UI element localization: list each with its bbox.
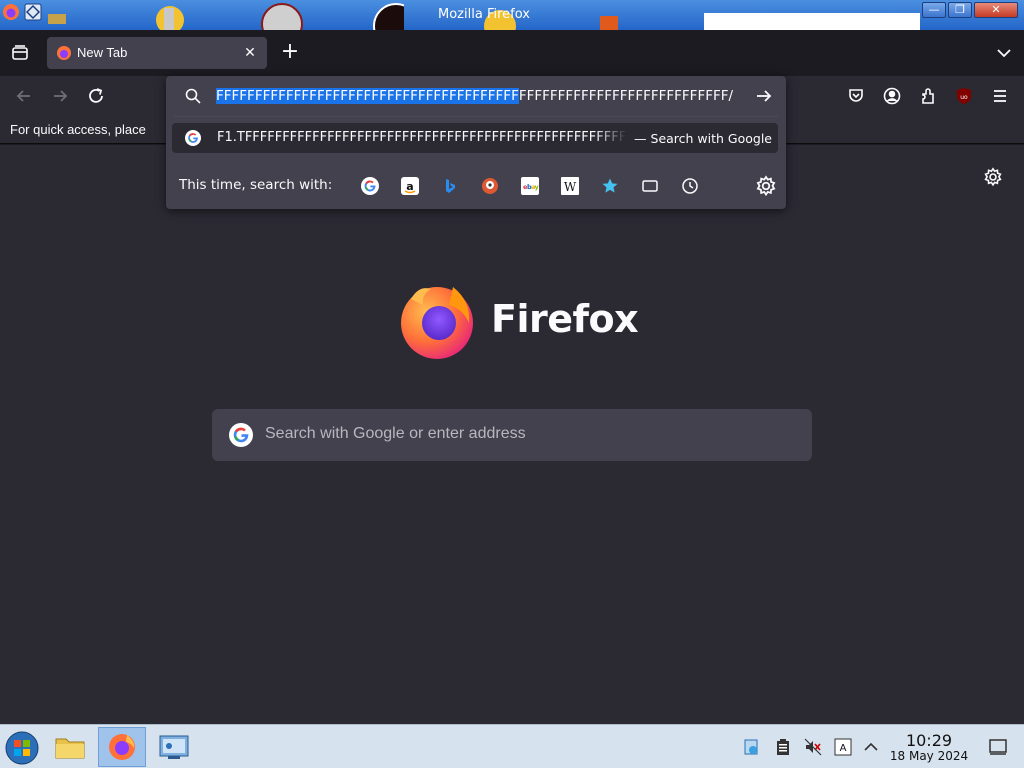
urlbar-popup: FFFFFFFFFFFFFFFFFFFFFFFFFFFFFFFFFFFFFFFF… bbox=[166, 76, 786, 209]
hamburger-menu-icon[interactable] bbox=[990, 86, 1010, 106]
taskbar-firefox[interactable] bbox=[98, 727, 146, 767]
google-icon[interactable] bbox=[359, 175, 381, 197]
network-icon[interactable] bbox=[743, 738, 761, 756]
firefox-logo-icon bbox=[401, 287, 473, 359]
window-titlebar[interactable]: Mozilla Firefox — ❐ ✕ bbox=[0, 0, 1024, 30]
ebay-icon[interactable]: ebay bbox=[519, 175, 541, 197]
oneoff-search-label: This time, search with: bbox=[179, 177, 333, 193]
svg-text:a: a bbox=[406, 180, 413, 193]
newtab-search-placeholder: Search with Google or enter address bbox=[265, 425, 526, 442]
chevron-down-icon[interactable] bbox=[994, 43, 1014, 63]
firefox-logo: Firefox bbox=[397, 279, 639, 363]
new-tab-button[interactable]: + bbox=[279, 41, 301, 64]
pocket-icon[interactable] bbox=[846, 86, 866, 106]
amazon-icon[interactable]: a bbox=[399, 175, 421, 197]
extensions-icon[interactable] bbox=[918, 86, 938, 106]
tab-new-tab[interactable]: New Tab ✕ bbox=[47, 37, 267, 69]
history-icon[interactable] bbox=[679, 175, 701, 197]
firefox-view-icon[interactable] bbox=[10, 43, 30, 63]
url-input-selected-text: FFFFFFFFFFFFFFFFFFFFFFFFFFFFFFFFFFFFFFF bbox=[216, 88, 519, 104]
google-icon bbox=[185, 130, 201, 146]
taskbar-file-manager[interactable] bbox=[46, 727, 94, 767]
go-arrow-icon[interactable] bbox=[754, 86, 774, 106]
show-desktop-icon[interactable] bbox=[988, 738, 1008, 756]
clipboard-icon[interactable] bbox=[774, 738, 792, 756]
firefox-wordmark: Firefox bbox=[491, 297, 639, 341]
chevron-up-icon[interactable] bbox=[862, 738, 880, 756]
close-window-button[interactable]: ✕ bbox=[974, 2, 1018, 18]
svg-text:uo: uo bbox=[960, 94, 968, 101]
volume-muted-icon[interactable] bbox=[804, 738, 822, 756]
minimize-button[interactable]: — bbox=[922, 2, 946, 18]
newtab-search-box[interactable]: Search with Google or enter address bbox=[212, 409, 812, 461]
account-icon[interactable] bbox=[882, 86, 902, 106]
maximize-button[interactable]: ❐ bbox=[948, 2, 972, 18]
forward-arrow-icon[interactable] bbox=[50, 86, 70, 106]
taskbar-control-panel[interactable] bbox=[150, 727, 198, 767]
folder-icon bbox=[55, 738, 85, 759]
clock-date[interactable]: 18 May 2024 bbox=[882, 749, 976, 763]
search-icon bbox=[185, 88, 201, 104]
url-input[interactable]: FFFFFFFFFFFFFFFFFFFFFFFFFFFFFFFFFFFFFFFF… bbox=[216, 85, 752, 107]
svg-text:y: y bbox=[535, 183, 540, 191]
google-icon bbox=[229, 423, 253, 447]
tab-label: New Tab bbox=[77, 45, 128, 60]
keyboard-layout-icon[interactable]: A bbox=[834, 738, 852, 756]
new-tab-page: Firefox Search with Google or enter addr… bbox=[0, 145, 1024, 725]
bing-icon[interactable] bbox=[439, 175, 461, 197]
bookmarks-empty-hint: For quick access, place bbox=[10, 122, 146, 137]
search-suggestion-row[interactable]: F1.TFFFFFFFFFFFFFFFFFFFFFFFFFFFFFFFFFFFF… bbox=[172, 123, 778, 153]
ublock-origin-icon[interactable]: uo bbox=[954, 86, 974, 106]
duckduckgo-icon[interactable] bbox=[479, 175, 501, 197]
clock-time[interactable]: 10:29 bbox=[890, 731, 968, 750]
firefox-icon bbox=[109, 734, 135, 760]
suggestion-text: F1.TFFFFFFFFFFFFFFFFFFFFFFFFFFFFFFFFFFFF… bbox=[217, 130, 627, 145]
svg-text:A: A bbox=[840, 743, 847, 754]
urlbar-divider bbox=[174, 116, 778, 117]
reload-icon[interactable] bbox=[86, 86, 106, 106]
titlebar-blank-area bbox=[704, 13, 920, 30]
svg-text:W: W bbox=[564, 180, 577, 194]
gear-icon[interactable] bbox=[983, 167, 1003, 187]
url-input-unselected-text: FFFFFFFFFFFFFFFFFFFFFFFFFFF/ bbox=[518, 88, 734, 104]
control-panel-icon bbox=[159, 735, 189, 759]
search-settings-gear-icon[interactable] bbox=[755, 175, 777, 197]
start-menu-icon[interactable] bbox=[4, 730, 40, 766]
wikipedia-icon[interactable]: W bbox=[559, 175, 581, 197]
bookmarks-icon[interactable] bbox=[599, 175, 621, 197]
firefox-favicon-icon bbox=[57, 46, 71, 60]
tabs-icon[interactable] bbox=[639, 175, 661, 197]
tab-strip: New Tab ✕ + bbox=[0, 30, 1024, 76]
taskbar: A 10:29 18 May 2024 bbox=[0, 724, 1024, 768]
close-tab-button[interactable]: ✕ bbox=[241, 44, 259, 62]
suggestion-action: — Search with Google bbox=[634, 131, 772, 146]
back-arrow-icon[interactable] bbox=[14, 86, 34, 106]
